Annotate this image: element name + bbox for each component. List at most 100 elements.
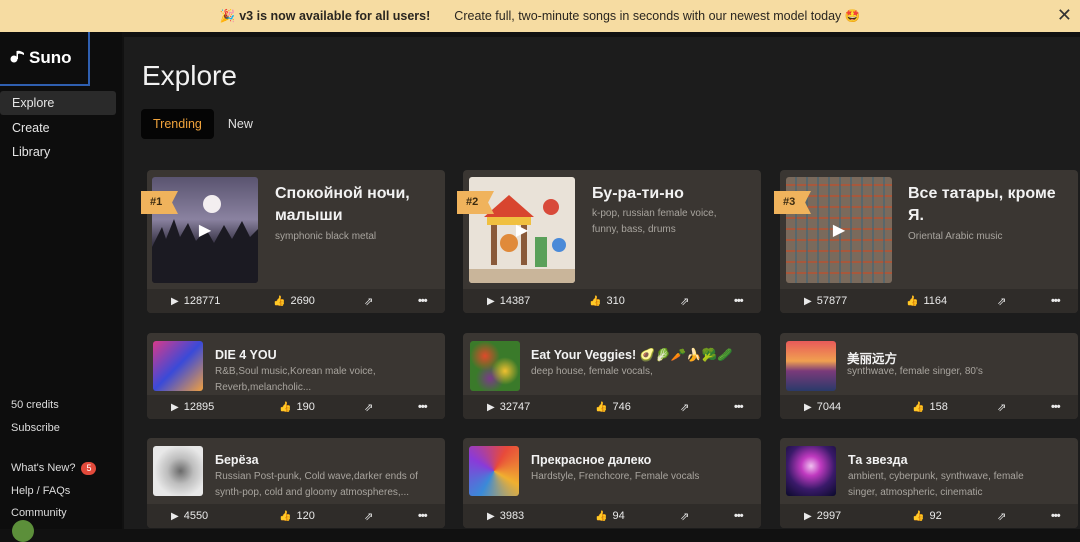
more-options-icon[interactable]: ••• <box>1051 401 1061 413</box>
logo[interactable]: Suno <box>0 32 90 86</box>
song-tags: R&B,Soul music,Korean male voice, Reverb… <box>215 366 376 393</box>
like-button[interactable]: 👍 2690 <box>273 295 315 307</box>
more-options-icon[interactable]: ••• <box>734 401 744 413</box>
like-button[interactable]: 👍 746 <box>595 401 631 413</box>
avatar[interactable] <box>12 520 34 542</box>
like-button[interactable]: 👍 92 <box>912 510 942 522</box>
song-title[interactable]: Бу-ра-ти-но <box>592 183 752 205</box>
play-button[interactable]: ▶ 12895 <box>171 401 214 413</box>
song-tags: symphonic black metal <box>275 231 377 242</box>
song-title[interactable]: Спокойной ночи, малыши <box>275 183 435 227</box>
song-card[interactable]: DIE 4 YOU R&B,Soul music,Korean male voi… <box>147 333 445 419</box>
play-count: 12895 <box>183 401 215 413</box>
like-button[interactable]: 👍 310 <box>589 295 625 307</box>
play-button[interactable]: ▶ 57877 <box>804 295 847 307</box>
suno-logo-icon <box>10 49 26 68</box>
share-icon[interactable]: ⇗ <box>364 401 373 414</box>
thumbs-up-icon: 👍 <box>589 295 602 307</box>
song-tags: deep house, female vocals, <box>531 366 653 377</box>
play-button[interactable]: ▶ 128771 <box>171 295 220 307</box>
banner-headline: v3 is now available for all users! <box>239 9 431 23</box>
sidebar: Suno Explore Create Library 50 credits S… <box>0 32 122 542</box>
more-options-icon[interactable]: ••• <box>1051 295 1061 307</box>
play-icon: ▶ <box>804 401 812 413</box>
sidebar-footer: 50 credits Subscribe What's New? 5 Help /… <box>11 394 97 525</box>
song-title[interactable]: Прекрасное далеко <box>531 453 651 467</box>
tab-trending[interactable]: Trending <box>141 109 214 139</box>
like-count: 746 <box>612 401 631 413</box>
sidebar-item-library[interactable]: Library <box>0 140 116 164</box>
song-cover[interactable] <box>153 341 203 391</box>
song-title[interactable]: Eat Your Veggies! 🥑🥬🥕🍌🥦🥒 <box>531 348 733 363</box>
sidebar-item-create[interactable]: Create <box>0 116 116 140</box>
like-count: 158 <box>929 401 948 413</box>
trending-card[interactable]: ▶ #2 Бу-ра-ти-но k-pop, russian female v… <box>457 170 761 313</box>
play-button[interactable]: ▶ 14387 <box>487 295 530 307</box>
play-count: 7044 <box>816 401 842 413</box>
song-card[interactable]: Берёза Russian Post-punk, Cold wave,dark… <box>147 438 445 528</box>
like-button[interactable]: 👍 94 <box>595 510 625 522</box>
like-count: 92 <box>929 510 942 522</box>
share-icon[interactable]: ⇗ <box>680 295 689 308</box>
like-button[interactable]: 👍 120 <box>279 510 315 522</box>
song-cover[interactable] <box>786 341 836 391</box>
share-icon[interactable]: ⇗ <box>997 401 1006 414</box>
song-card[interactable]: Прекрасное далеко Hardstyle, Frenchcore,… <box>463 438 761 528</box>
play-button[interactable]: ▶ 7044 <box>804 401 841 413</box>
song-title[interactable]: DIE 4 YOU <box>215 348 277 362</box>
party-emoji: 🎉 <box>219 8 236 23</box>
song-tags: Hardstyle, Frenchcore, Female vocals <box>531 471 700 482</box>
like-button[interactable]: 👍 158 <box>912 401 948 413</box>
song-tags: ambient, cyberpunk, synthwave, female si… <box>848 471 1024 498</box>
thumbs-up-icon: 👍 <box>912 510 925 522</box>
more-options-icon[interactable]: ••• <box>418 295 428 307</box>
card-actions: ▶ 4550 👍 120 ⇗ ••• <box>147 504 445 528</box>
song-card[interactable]: Eat Your Veggies! 🥑🥬🥕🍌🥦🥒 deep house, fem… <box>463 333 761 419</box>
more-options-icon[interactable]: ••• <box>734 510 744 522</box>
play-button[interactable]: ▶ 3983 <box>487 510 524 522</box>
close-icon[interactable]: ✕ <box>1057 5 1072 26</box>
song-title[interactable]: Берёза <box>215 453 259 467</box>
trending-card[interactable]: ▶ #1 Спокойной ночи, малыши symphonic bl… <box>141 170 445 313</box>
song-tags: synthwave, female singer, 80's <box>847 366 983 377</box>
song-cover[interactable] <box>153 446 203 496</box>
card-actions: ▶ 128771 👍 2690 ⇗ ••• <box>147 289 445 313</box>
share-icon[interactable]: ⇗ <box>997 510 1006 523</box>
play-button[interactable]: ▶ 4550 <box>171 510 208 522</box>
subscribe-link[interactable]: Subscribe <box>11 417 96 440</box>
more-options-icon[interactable]: ••• <box>1051 510 1061 522</box>
song-card[interactable]: Та звезда ambient, cyberpunk, synthwave,… <box>780 438 1078 528</box>
banner-text: Create full, two-minute songs in seconds… <box>454 8 861 23</box>
song-title[interactable]: Все татары, кроме Я. <box>908 183 1068 227</box>
more-options-icon[interactable]: ••• <box>418 510 428 522</box>
song-tags: Oriental Arabic music <box>908 231 1003 242</box>
play-button[interactable]: ▶ 2997 <box>804 510 841 522</box>
share-icon[interactable]: ⇗ <box>364 295 373 308</box>
song-cover[interactable] <box>469 446 519 496</box>
sidebar-item-explore[interactable]: Explore <box>0 91 116 115</box>
like-count: 94 <box>612 510 625 522</box>
like-button[interactable]: 👍 190 <box>279 401 315 413</box>
tab-new[interactable]: New <box>216 109 265 139</box>
trending-card[interactable]: ▶ #3 Все татары, кроме Я. Oriental Arabi… <box>774 170 1078 313</box>
whats-new-link[interactable]: What's New? 5 <box>11 457 97 480</box>
song-card[interactable]: 美丽远方 synthwave, female singer, 80's ▶ 704… <box>780 333 1078 419</box>
play-icon: ▶ <box>487 295 495 307</box>
help-link[interactable]: Help / FAQs <box>11 480 96 503</box>
share-icon[interactable]: ⇗ <box>364 510 373 523</box>
share-icon[interactable]: ⇗ <box>680 401 689 414</box>
song-cover[interactable] <box>786 446 836 496</box>
like-button[interactable]: 👍 1164 <box>906 295 947 307</box>
play-icon: ▶ <box>804 295 812 307</box>
thumbs-up-icon: 👍 <box>279 510 292 522</box>
play-count: 3983 <box>499 510 525 522</box>
more-options-icon[interactable]: ••• <box>734 295 744 307</box>
song-title[interactable]: Та звезда <box>848 453 908 467</box>
thumbs-up-icon: 👍 <box>595 510 608 522</box>
song-cover[interactable] <box>470 341 520 391</box>
play-button[interactable]: ▶ 32747 <box>487 401 530 413</box>
share-icon[interactable]: ⇗ <box>997 295 1006 308</box>
more-options-icon[interactable]: ••• <box>418 401 428 413</box>
card-actions: ▶ 14387 👍 310 ⇗ ••• <box>463 289 761 313</box>
share-icon[interactable]: ⇗ <box>680 510 689 523</box>
